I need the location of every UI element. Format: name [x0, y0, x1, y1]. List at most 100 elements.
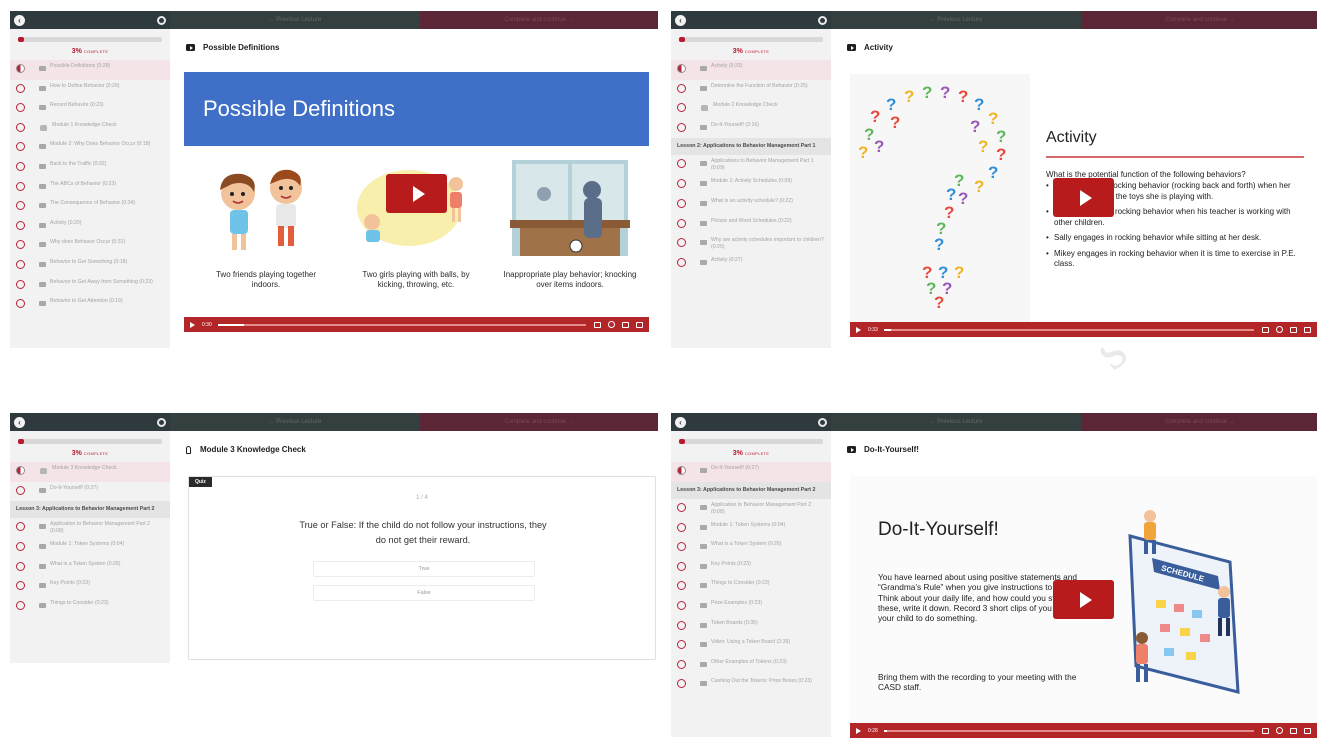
video-scrubber[interactable] — [883, 328, 1254, 331]
sidebar-lecture-item[interactable]: Key Points (0:23) — [671, 558, 831, 578]
video-icon — [39, 602, 46, 608]
sidebar-lecture-item[interactable]: Application to Behavior Management Part … — [10, 518, 170, 538]
sidebar-lecture-item[interactable]: Do-It-Yourself! (2:16) — [671, 119, 831, 139]
svg-text:?: ? — [858, 143, 868, 162]
sidebar-lecture-item[interactable]: The Consequence of Behavior (0:34) — [10, 197, 170, 217]
sidebar-lecture-item[interactable]: Application to Behavior Management Part … — [671, 499, 831, 519]
video-player[interactable]: Possible Definitions Two friends playing… — [184, 72, 649, 332]
svg-text:?: ? — [996, 145, 1006, 164]
back-icon[interactable]: ‹ — [14, 416, 25, 428]
back-icon[interactable]: ‹ — [14, 14, 25, 26]
sidebar-lecture-item[interactable]: Back to the Traffic (0:32) — [10, 158, 170, 178]
sidebar-lecture-item[interactable]: Do-It-Yourself! (0:27) — [10, 482, 170, 502]
sidebar-lecture-item[interactable]: Module 2 Knowledge Check — [671, 99, 831, 119]
course-sidebar[interactable]: 3% COMPLETE Module 3 Knowledge Check Do-It… — [10, 431, 170, 663]
complete-continue-button[interactable]: Complete and continue → — [420, 413, 658, 431]
sidebar-lecture-item[interactable]: Prize Examples (0:23) — [671, 597, 831, 617]
video-scrubber[interactable] — [883, 729, 1254, 732]
settings-gear-icon[interactable] — [1276, 326, 1283, 333]
sidebar-lecture-item[interactable]: Other Examples of Tokens (0:23) — [671, 656, 831, 676]
play-icon[interactable] — [190, 321, 195, 328]
sidebar-lecture-item[interactable]: Token Boards (0:35) — [671, 617, 831, 637]
fullscreen-icon[interactable] — [636, 321, 643, 328]
sidebar-lecture-item[interactable]: Picture and Word Schedules (0:22) — [671, 215, 831, 235]
sidebar-lecture-item[interactable]: Module 3 Knowledge Check — [10, 462, 170, 482]
video-play-button[interactable] — [1053, 178, 1114, 217]
sidebar-lecture-item[interactable]: What is an activity schedule? (0:22) — [671, 195, 831, 215]
fullscreen-icon[interactable] — [1304, 326, 1311, 333]
volume-icon[interactable] — [1262, 326, 1269, 333]
sidebar-lecture-item[interactable]: Behavior to Get Attention (0:19) — [10, 295, 170, 315]
sidebar-lecture-label: Do-It-Yourself! (2:16) — [711, 121, 759, 128]
previous-lecture-button[interactable]: ← Previous Lecture — [831, 413, 1081, 431]
sidebar-lecture-item[interactable]: Why does Behavior Occur (0:31) — [10, 236, 170, 256]
video-icon — [700, 66, 707, 71]
sidebar-lecture-item[interactable]: Things to Consider (0:23) — [10, 597, 170, 617]
sidebar-lecture-item[interactable]: Activity (0:33) — [671, 60, 831, 80]
video-play-button[interactable] — [1053, 580, 1114, 619]
complete-continue-button[interactable]: Complete and continue → — [1081, 413, 1317, 431]
lecture-title: Module 3 Knowledge Check — [186, 445, 306, 454]
volume-icon[interactable] — [1262, 727, 1269, 734]
play-icon[interactable] — [856, 326, 861, 333]
sidebar-lecture-item[interactable]: Video: Using a Token Board (2:39) — [671, 636, 831, 656]
sidebar-lecture-item[interactable]: Do-It-Yourself! (0:27) — [671, 462, 831, 482]
sidebar-lecture-item[interactable]: Behavior to Get Something (0:18) — [10, 256, 170, 276]
captions-icon[interactable] — [622, 321, 629, 328]
sidebar-lecture-item[interactable]: The ABCs of Behavior (0:23) — [10, 178, 170, 198]
settings-icon[interactable] — [157, 417, 166, 427]
sidebar-lecture-item[interactable]: Module 1: Token Systems (0:04) — [10, 538, 170, 558]
sidebar-lecture-label: How to Define Behavior (0:29) — [50, 82, 120, 89]
captions-icon[interactable] — [1290, 326, 1297, 333]
back-icon[interactable]: ‹ — [675, 416, 686, 428]
sidebar-lecture-item[interactable]: Behavior to Get Away from Something (0:2… — [10, 276, 170, 296]
quiz-option-true[interactable]: True — [313, 561, 535, 577]
sidebar-lecture-item[interactable]: Module 2: Why Does Behavior Occur (0:18) — [10, 138, 170, 158]
course-progress-bar — [18, 37, 162, 42]
sidebar-lecture-item[interactable]: Cashing Out the Tokens: Prize Boxes (0:2… — [671, 675, 831, 695]
video-player[interactable]: Do-It-Yourself! You have learned about u… — [850, 476, 1317, 738]
fullscreen-icon[interactable] — [1304, 727, 1311, 734]
sidebar-lecture-item[interactable]: What is a Token System (0:26) — [671, 538, 831, 558]
sidebar-lecture-item[interactable]: Activity (0:27) — [671, 254, 831, 274]
sidebar-lecture-item[interactable]: Activity (0:20) — [10, 217, 170, 237]
sidebar-lecture-item[interactable]: Record Behavior (0:23) — [10, 99, 170, 119]
captions-icon[interactable] — [1290, 727, 1297, 734]
sidebar-lecture-item[interactable]: Module 1 Knowledge Check — [10, 119, 170, 139]
video-play-button[interactable] — [386, 174, 447, 213]
svg-text:?: ? — [874, 137, 884, 156]
sidebar-lecture-item[interactable]: How to Define Behavior (0:29) — [10, 80, 170, 100]
complete-continue-button[interactable]: Complete and continue → — [1081, 11, 1317, 29]
sidebar-lecture-item[interactable]: Module 1: Activity Schedules (0:09) — [671, 175, 831, 195]
settings-gear-icon[interactable] — [1276, 727, 1283, 734]
course-sidebar[interactable]: 3% COMPLETE Activity (0:33) Determine the … — [671, 29, 831, 348]
settings-icon[interactable] — [157, 15, 166, 25]
sidebar-lecture-item[interactable]: Why are activity schedules important to … — [671, 234, 831, 254]
sidebar-lecture-item[interactable]: Applications to Behavior Management Part… — [671, 155, 831, 175]
sidebar-lecture-item[interactable]: Possible Definitions (0:28) — [10, 60, 170, 80]
quiz-option-false[interactable]: False — [313, 585, 535, 601]
play-icon[interactable] — [856, 727, 861, 734]
video-player[interactable]: ??? ??? ??? ??? ??? ??? ??? ??? ??? ??? … — [850, 74, 1317, 337]
video-icon — [39, 524, 46, 530]
course-sidebar[interactable]: 3% COMPLETE Possible Definitions (0:28) Ho… — [10, 29, 170, 348]
incomplete-circle-icon — [677, 561, 686, 571]
previous-lecture-button[interactable]: ← Previous Lecture — [831, 11, 1081, 29]
complete-continue-button[interactable]: Complete and continue → — [420, 11, 658, 29]
sidebar-lecture-item[interactable]: What is a Token System (0:26) — [10, 558, 170, 578]
course-sidebar[interactable]: 3% COMPLETE Do-It-Yourself! (0:27) Lesson … — [671, 431, 831, 737]
previous-lecture-button[interactable]: ← Previous Lecture — [170, 413, 420, 431]
sidebar-lecture-item[interactable]: Things to Consider (0:23) — [671, 577, 831, 597]
video-scrubber[interactable] — [217, 323, 586, 326]
sidebar-lecture-label: Applications to Behavior Management Part… — [711, 158, 814, 172]
settings-icon[interactable] — [818, 15, 827, 25]
svg-text:?: ? — [922, 83, 932, 102]
back-icon[interactable]: ‹ — [675, 14, 686, 26]
sidebar-lecture-item[interactable]: Key Points (0:23) — [10, 577, 170, 597]
settings-gear-icon[interactable] — [608, 321, 615, 328]
volume-icon[interactable] — [594, 321, 601, 328]
settings-icon[interactable] — [818, 417, 827, 427]
previous-lecture-button[interactable]: ← Previous Lecture — [170, 11, 420, 29]
sidebar-lecture-item[interactable]: Determine the Function of Behavior (0:25… — [671, 80, 831, 100]
sidebar-lecture-item[interactable]: Module 1: Token Systems (0:04) — [671, 519, 831, 539]
